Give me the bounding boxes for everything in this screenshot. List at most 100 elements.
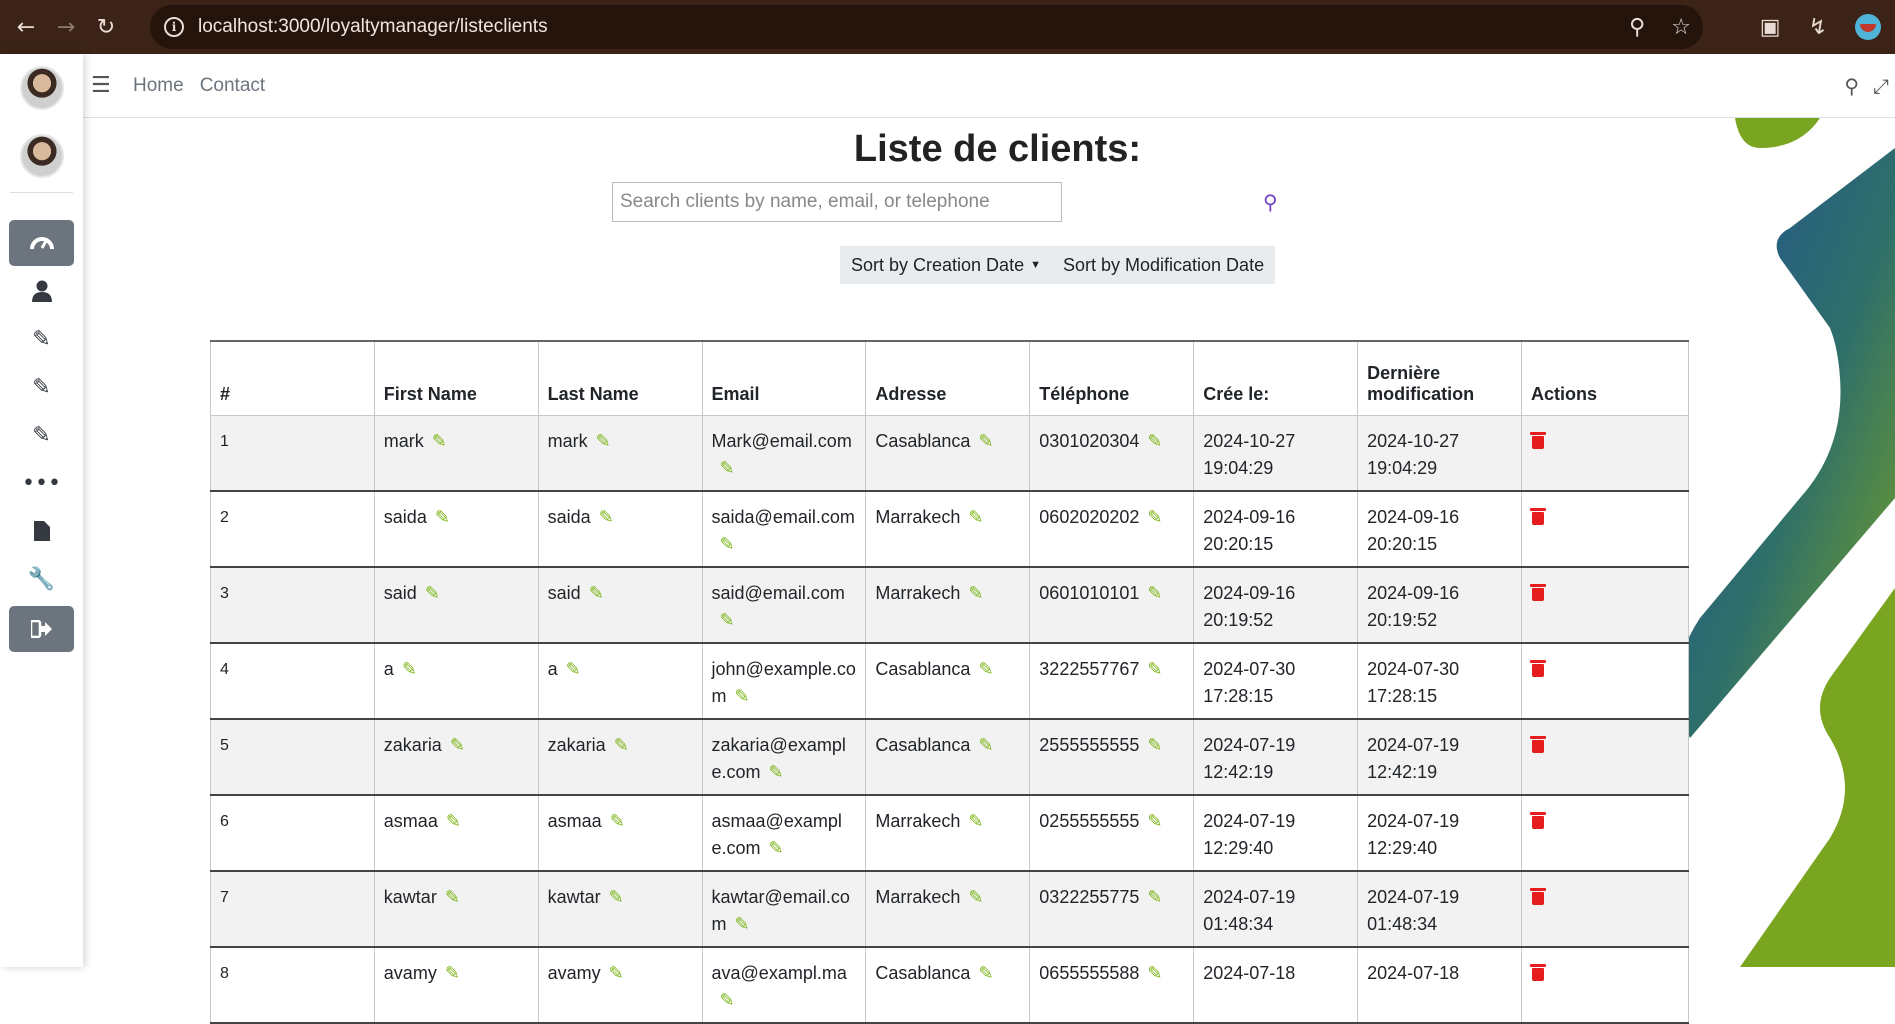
edit-icon[interactable]: ✎ xyxy=(978,960,993,987)
edit-icon[interactable]: ✎ xyxy=(609,960,624,987)
first-name-value: asmaa xyxy=(383,810,438,831)
nav-link-home[interactable]: Home xyxy=(133,75,184,97)
created-date: 2024-10-27 xyxy=(1203,430,1296,451)
extensions-icon[interactable]: ▣ xyxy=(1760,15,1781,40)
column-header: # xyxy=(210,340,375,416)
edit-icon[interactable]: ✎ xyxy=(566,656,581,683)
delete-trash-icon[interactable] xyxy=(1530,963,1547,981)
sidebar-item-edit-2[interactable]: ✎ xyxy=(9,364,74,410)
delete-trash-icon[interactable] xyxy=(1530,887,1547,905)
sidebar-item-logout[interactable] xyxy=(9,606,74,652)
edit-icon[interactable]: ✎ xyxy=(1147,656,1162,683)
edit-icon[interactable]: ✎ xyxy=(978,656,993,683)
search-icon[interactable]: ⚲ xyxy=(1844,74,1859,98)
last-name-value: mark xyxy=(547,430,588,451)
site-info-icon[interactable]: i xyxy=(164,17,184,37)
back-icon[interactable]: ← xyxy=(8,9,44,45)
search-button-icon[interactable]: ⚲ xyxy=(1263,190,1278,214)
edit-icon[interactable]: ✎ xyxy=(1147,960,1162,987)
edit-icon[interactable]: ✎ xyxy=(1147,504,1162,531)
edit-icon[interactable]: ✎ xyxy=(609,884,624,911)
edit-icon[interactable]: ✎ xyxy=(968,504,983,531)
top-navbar: ☰ Home Contact ⚲ ⤢ xyxy=(83,54,1895,118)
edit-icon[interactable]: ✎ xyxy=(610,808,625,835)
reload-icon[interactable]: ↻ xyxy=(88,9,124,45)
modified-time: 20:19:52 xyxy=(1367,609,1438,630)
email-cell: said@email.com ✎ xyxy=(701,566,867,644)
address-cell: Casablanca ✎ xyxy=(865,415,1031,492)
search-input[interactable] xyxy=(612,182,1062,222)
edit-icon[interactable]: ✎ xyxy=(450,732,465,759)
edit-icon[interactable]: ✎ xyxy=(968,808,983,835)
sidebar-item-settings[interactable]: 🔧 xyxy=(9,556,74,602)
first-name-cell: zakaria ✎ xyxy=(373,718,539,796)
edit-icon[interactable]: ✎ xyxy=(735,911,750,938)
edit-icon[interactable]: ✎ xyxy=(445,884,460,911)
edit-icon[interactable]: ✎ xyxy=(1147,428,1162,455)
edit-icon[interactable]: ✎ xyxy=(968,884,983,911)
edit-icon[interactable]: ✎ xyxy=(720,531,735,558)
address-bar[interactable]: i localhost:3000/loyaltymanager/listecli… xyxy=(150,5,1703,49)
edit-icon[interactable]: ✎ xyxy=(978,732,993,759)
table-header-row: # First Name Last Name Email Adresse Tél… xyxy=(210,340,1689,416)
zoom-icon[interactable]: ⚲ xyxy=(1629,15,1645,40)
fullscreen-icon[interactable]: ⤢ xyxy=(1873,74,1889,98)
delete-trash-icon[interactable] xyxy=(1530,431,1547,449)
url-text[interactable]: localhost:3000/loyaltymanager/listeclien… xyxy=(198,16,548,38)
created-time: 17:28:15 xyxy=(1203,685,1274,706)
edit-icon[interactable]: ✎ xyxy=(720,455,735,482)
edit-icon[interactable]: ✎ xyxy=(1147,884,1162,911)
edit-icon[interactable]: ✎ xyxy=(769,759,784,786)
delete-trash-icon[interactable] xyxy=(1530,659,1547,677)
sort-by-modification-button[interactable]: Sort by Modification Date xyxy=(1052,246,1275,284)
forward-icon[interactable]: → xyxy=(48,9,84,45)
nav-link-contact[interactable]: Contact xyxy=(200,75,265,97)
delete-trash-icon[interactable] xyxy=(1530,811,1547,829)
sidebar-item-more[interactable]: ••• xyxy=(9,460,74,506)
edit-icon[interactable]: ✎ xyxy=(589,580,604,607)
edit-icon[interactable]: ✎ xyxy=(445,960,460,987)
edit-icon[interactable]: ✎ xyxy=(720,987,735,1014)
bookmark-star-icon[interactable]: ☆ xyxy=(1671,15,1691,40)
sort-by-creation-button[interactable]: Sort by Creation Date ▼ xyxy=(840,246,1052,284)
delete-trash-icon[interactable] xyxy=(1530,583,1547,601)
user-avatar[interactable] xyxy=(20,134,64,178)
edit-icon[interactable]: ✎ xyxy=(432,428,447,455)
profile-avatar[interactable] xyxy=(1855,14,1881,40)
address-value: Marrakech xyxy=(875,506,961,527)
edit-icon[interactable]: ✎ xyxy=(614,732,629,759)
brand-avatar[interactable] xyxy=(20,66,64,110)
sidebar: ✎ ✎ ✎ ••• 🔧 xyxy=(0,54,83,967)
table-row: 1 mark ✎ mark ✎ Mark@email.com✎ Casablanca ✎ 030… xyxy=(210,415,1689,492)
sidebar-item-user[interactable] xyxy=(9,268,74,314)
sidebar-item-file[interactable] xyxy=(9,508,74,554)
address-value: Marrakech xyxy=(875,582,961,603)
edit-icon[interactable]: ✎ xyxy=(720,607,735,634)
first-name-cell: avamy ✎ xyxy=(373,946,539,1024)
edit-icon[interactable]: ✎ xyxy=(596,428,611,455)
delete-trash-icon[interactable] xyxy=(1530,735,1547,753)
sidebar-item-edit-1[interactable]: ✎ xyxy=(9,316,74,362)
sidebar-item-edit-3[interactable]: ✎ xyxy=(9,412,74,458)
edit-icon[interactable]: ✎ xyxy=(1147,808,1162,835)
edit-icon[interactable]: ✎ xyxy=(402,656,417,683)
edit-icon[interactable]: ✎ xyxy=(978,428,993,455)
row-number: 1 xyxy=(220,432,229,450)
edit-icon[interactable]: ✎ xyxy=(1147,732,1162,759)
edit-icon[interactable]: ✎ xyxy=(435,504,450,531)
edit-icon[interactable]: ✎ xyxy=(1147,580,1162,607)
actions-cell xyxy=(1521,870,1689,948)
edit-icon[interactable]: ✎ xyxy=(735,683,750,710)
edit-icon[interactable]: ✎ xyxy=(968,580,983,607)
edit-icon[interactable]: ✎ xyxy=(446,808,461,835)
caret-down-icon: ▼ xyxy=(1030,259,1041,271)
sidebar-item-dashboard[interactable] xyxy=(9,220,74,266)
edit-icon[interactable]: ✎ xyxy=(769,835,784,862)
menu-toggle-icon[interactable]: ☰ xyxy=(91,73,117,98)
edit-icon[interactable]: ✎ xyxy=(425,580,440,607)
delete-trash-icon[interactable] xyxy=(1530,507,1547,525)
email-value: kawtar@email.com xyxy=(711,886,850,934)
email-value: john@example.com xyxy=(711,658,856,706)
performance-icon[interactable]: ↯ xyxy=(1809,15,1827,40)
edit-icon[interactable]: ✎ xyxy=(599,504,614,531)
